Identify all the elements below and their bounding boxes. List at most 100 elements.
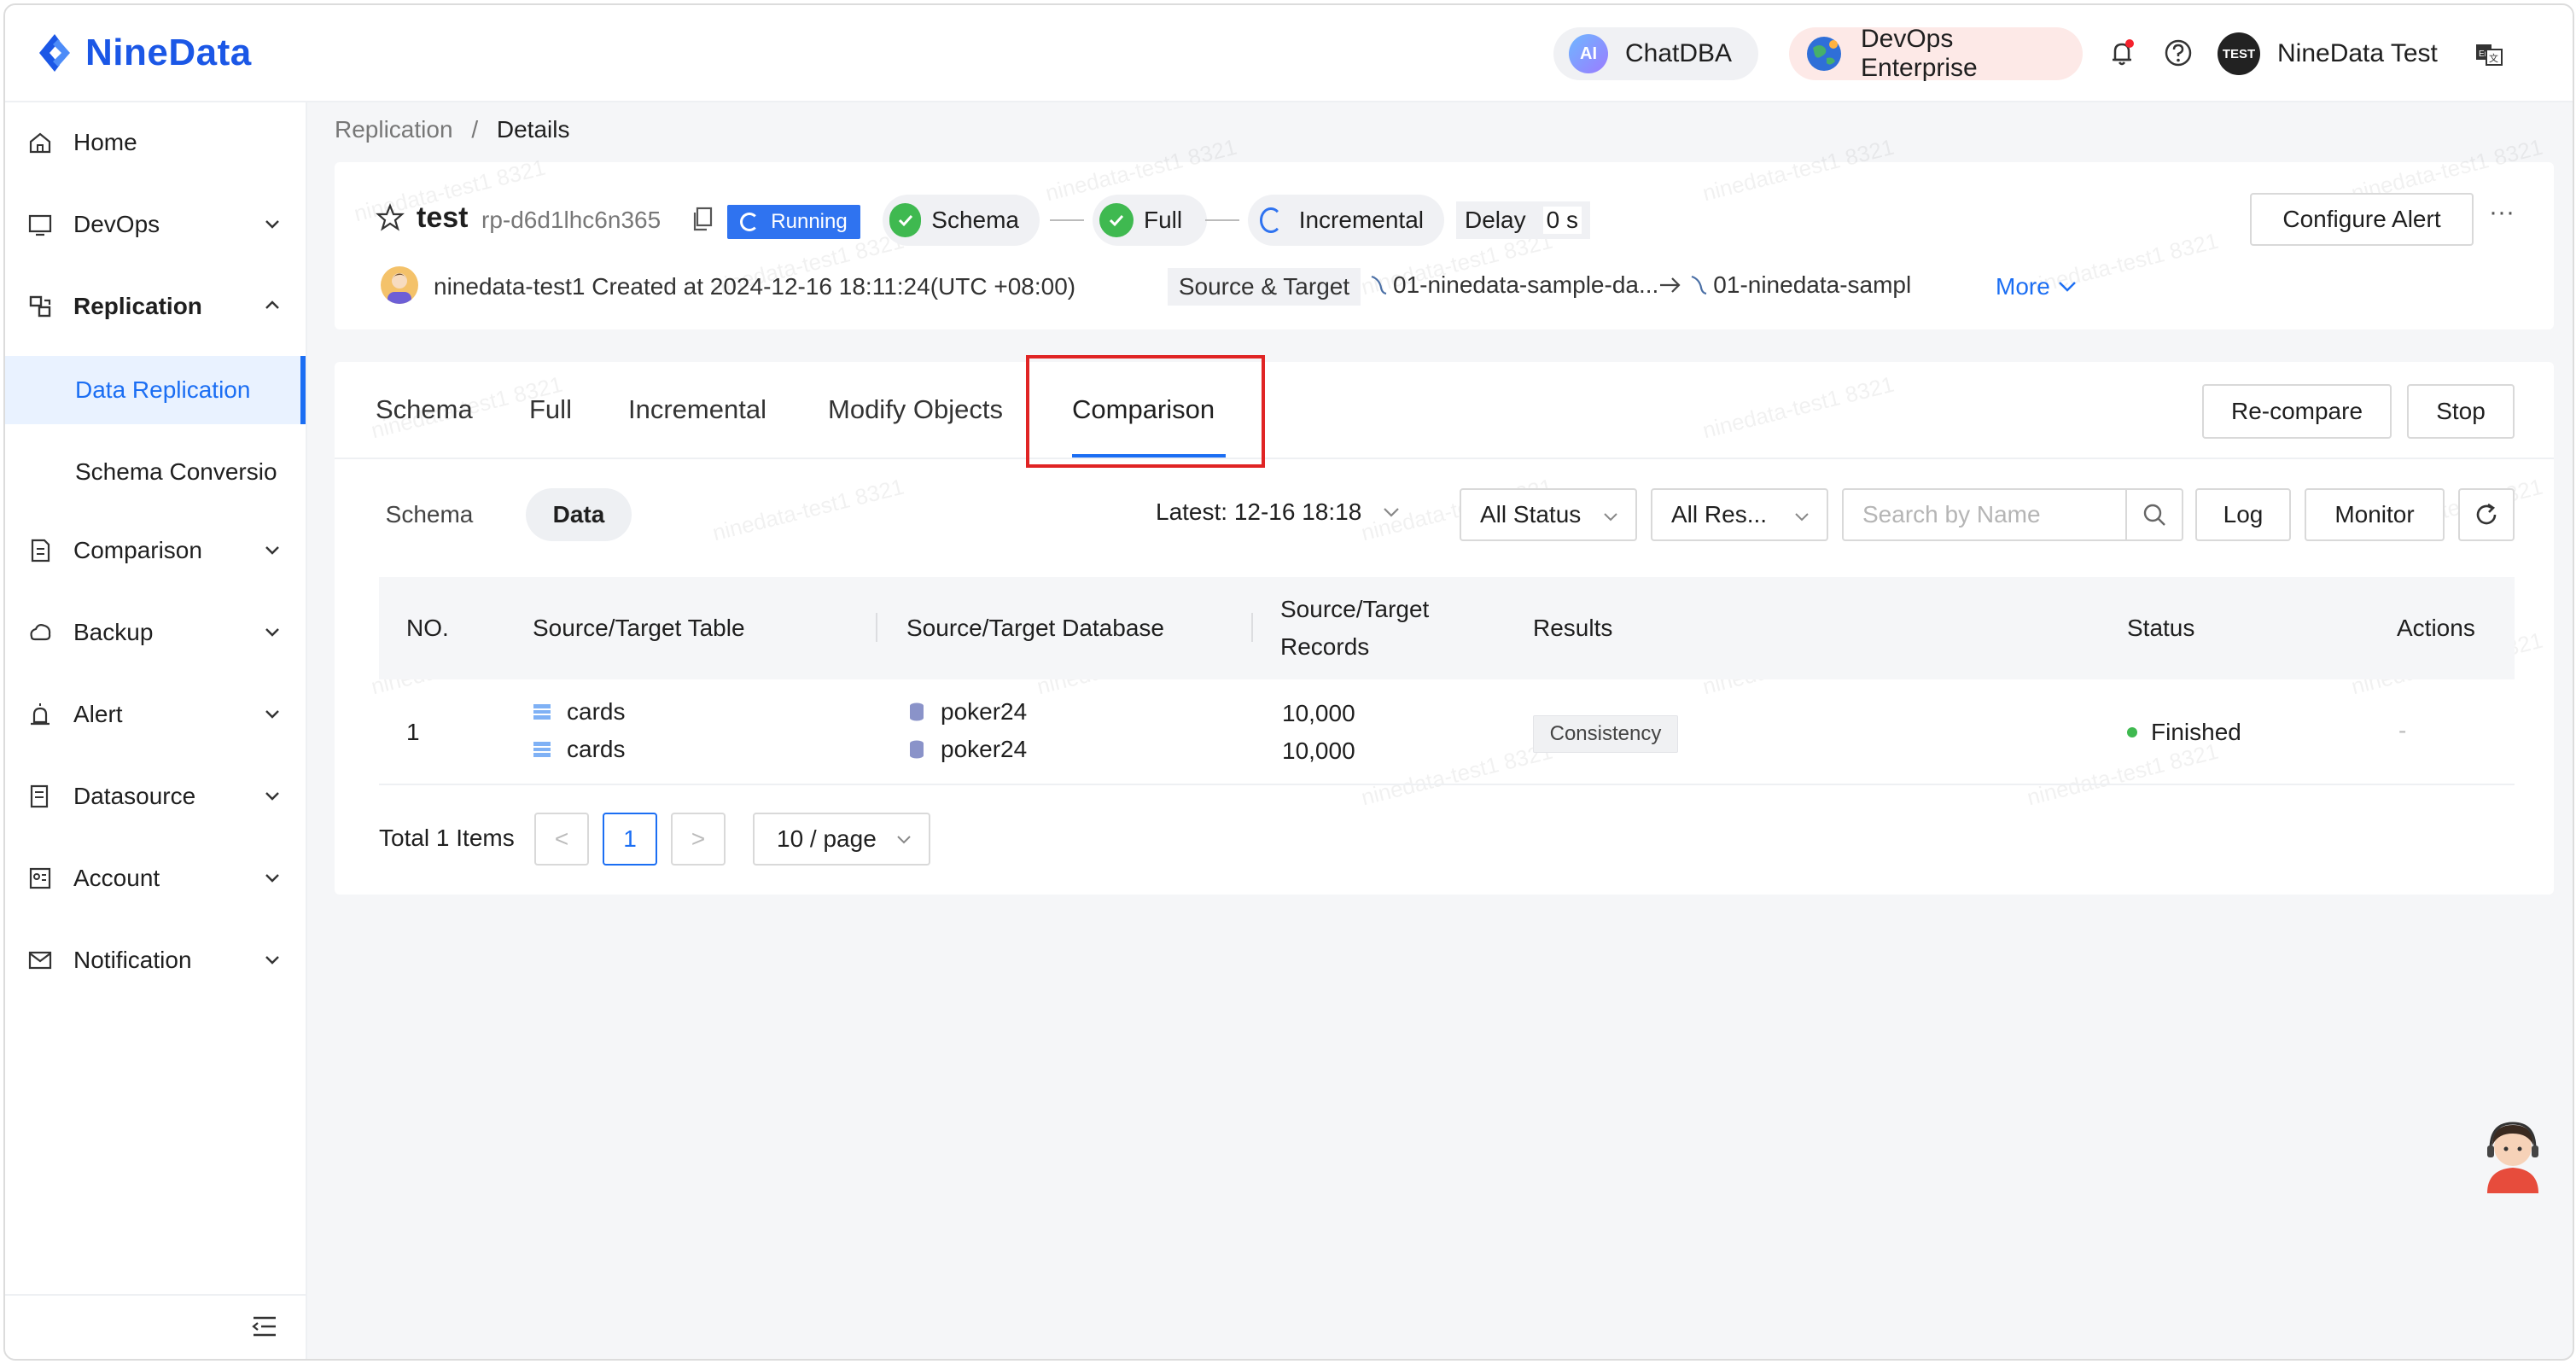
arrow-right-icon <box>1660 277 1681 293</box>
watermark: ninedata-test1 8321 <box>709 473 906 546</box>
datasource-icon <box>30 784 49 808</box>
sidebar-item-account[interactable]: Account <box>5 846 306 911</box>
search-placeholder: Search by Name <box>1862 501 2041 528</box>
chevron-down-icon <box>265 710 279 719</box>
sidebar-item-schema-conversion[interactable]: Schema Conversio <box>5 438 306 506</box>
more-link[interactable]: More <box>1996 273 2078 300</box>
next-page-button[interactable]: > <box>671 813 726 866</box>
owner-name: ninedata-test1 <box>434 273 586 300</box>
sidebar-item-label: DevOps <box>73 211 160 237</box>
header-database: Source/Target Database <box>906 615 1164 641</box>
breadcrumb-replication[interactable]: Replication <box>335 116 453 143</box>
stage-schema: Schema <box>883 195 1040 246</box>
log-button[interactable]: Log <box>2195 488 2291 541</box>
sidebar-item-alert[interactable]: Alert <box>5 682 306 747</box>
check-circle-icon <box>889 203 922 237</box>
divider <box>5 1294 306 1296</box>
chatdba-label: ChatDBA <box>1625 39 1733 67</box>
source-db: poker24 <box>908 698 1027 726</box>
help-icon[interactable] <box>2163 38 2194 68</box>
user-menu[interactable]: TEST NineData Test <box>2218 31 2438 77</box>
sidebar-item-label: Notification <box>73 947 192 973</box>
tab-full[interactable]: Full <box>529 394 572 425</box>
search-input[interactable]: Search by Name <box>1842 488 2183 541</box>
devops-enterprise-button[interactable]: DevOps Enterprise <box>1789 25 2083 82</box>
stage-connector <box>1050 219 1084 221</box>
results-filter-select[interactable]: All Res... <box>1651 488 1828 541</box>
delay-value: 0 s <box>1542 207 1582 234</box>
collapse-menu-icon[interactable] <box>251 1314 278 1338</box>
header-status: Status <box>2127 615 2195 641</box>
stage-label: Incremental <box>1298 207 1424 233</box>
status-filter-value: All Status <box>1480 501 1582 528</box>
column-divider <box>1251 613 1253 642</box>
customer-service-icon <box>2487 1122 2538 1193</box>
target-datasource[interactable]: 01-ninedata-sampl <box>1713 271 1911 299</box>
sidebar-item-label: Home <box>73 129 137 155</box>
latest-label: Latest: 12-16 18:18 <box>1156 498 1362 525</box>
prev-page-button[interactable]: < <box>534 813 589 866</box>
source-target-path: 01-ninedata-sample-da... 01-ninedata-sam… <box>1369 271 1958 299</box>
search-button[interactable] <box>2125 490 2182 539</box>
logo[interactable]: NineData <box>32 27 252 79</box>
latest-select[interactable]: Latest: 12-16 18:18 <box>1156 498 1401 526</box>
sidebar-item-home[interactable]: Home <box>5 110 306 175</box>
loading-icon <box>740 213 760 231</box>
header-no: NO. <box>406 615 449 641</box>
bell-icon[interactable] <box>2107 38 2137 68</box>
tab-schema[interactable]: Schema <box>376 394 473 425</box>
more-label: More <box>1996 273 2050 300</box>
page-1-button[interactable]: 1 <box>603 813 657 866</box>
monitor-button[interactable]: Monitor <box>2305 488 2445 541</box>
row-action: - <box>2398 717 2407 743</box>
recompare-button[interactable]: Re-compare <box>2202 384 2392 439</box>
loading-icon <box>1260 207 1282 233</box>
source-target-label: Source & Target <box>1168 268 1361 306</box>
language-icon[interactable]: En 文 <box>2474 39 2504 70</box>
task-name: test <box>417 201 469 234</box>
mysql-icon <box>1691 275 1707 295</box>
sidebar-item-datasource[interactable]: Datasource <box>5 764 306 829</box>
sidebar-item-label: Data Replication <box>75 376 251 403</box>
chevron-down-icon <box>265 220 279 229</box>
sidebar-item-data-replication[interactable]: Data Replication <box>5 356 306 424</box>
copy-icon[interactable] <box>691 207 714 232</box>
tab-divider <box>335 458 2554 459</box>
chevron-up-icon <box>265 300 279 309</box>
tab-modify-objects[interactable]: Modify Objects <box>828 394 1003 425</box>
status-label: Finished <box>2151 719 2241 745</box>
sidebar-item-replication[interactable]: Replication <box>5 274 306 339</box>
database-icon <box>910 702 924 721</box>
sidebar-item-notification[interactable]: Notification <box>5 928 306 993</box>
support-assistant-button[interactable] <box>2477 1115 2549 1193</box>
sidebar-item-backup[interactable]: Backup <box>5 600 306 665</box>
refresh-button[interactable] <box>2458 488 2515 541</box>
subtab-schema[interactable]: Schema <box>379 488 480 541</box>
star-icon[interactable] <box>376 203 405 232</box>
database-icon <box>910 740 924 759</box>
stop-button[interactable]: Stop <box>2407 384 2515 439</box>
page-size-select[interactable]: 10 / page <box>753 813 930 866</box>
breadcrumb-details: Details <box>496 116 570 143</box>
configure-alert-button[interactable]: Configure Alert <box>2250 193 2474 246</box>
source-datasource[interactable]: 01-ninedata-sample-da... <box>1393 271 1658 299</box>
sidebar-item-label: Account <box>73 865 160 891</box>
delay-label: Delay <box>1465 207 1526 233</box>
status-filter-select[interactable]: All Status <box>1460 488 1637 541</box>
sidebar-item-label: Schema Conversio <box>75 458 277 485</box>
sidebar-item-comparison[interactable]: Comparison <box>5 518 306 583</box>
created-time: Created at 2024-12-16 18:11:24(UTC +08:0… <box>592 273 1076 300</box>
subtab-data[interactable]: Data <box>526 488 632 541</box>
tab-incremental[interactable]: Incremental <box>628 394 766 425</box>
watermark: ninedata-test1 8321 <box>1699 370 1897 444</box>
more-actions-icon[interactable]: ··· <box>2489 198 2515 227</box>
search-icon <box>2143 504 2165 526</box>
sidebar-item-label: Comparison <box>73 537 202 563</box>
ai-icon: AI <box>1569 34 1608 73</box>
breadcrumb: Replication / Details <box>335 116 569 143</box>
chatdba-button[interactable]: AI ChatDBA <box>1553 27 1758 80</box>
chevron-down-icon <box>1604 513 1617 522</box>
sidebar-item-devops[interactable]: DevOps <box>5 192 306 257</box>
app-window: NineData AI ChatDBA DevOps Enterprise TE… <box>3 3 2574 1361</box>
row-status: Finished <box>2127 719 2241 746</box>
